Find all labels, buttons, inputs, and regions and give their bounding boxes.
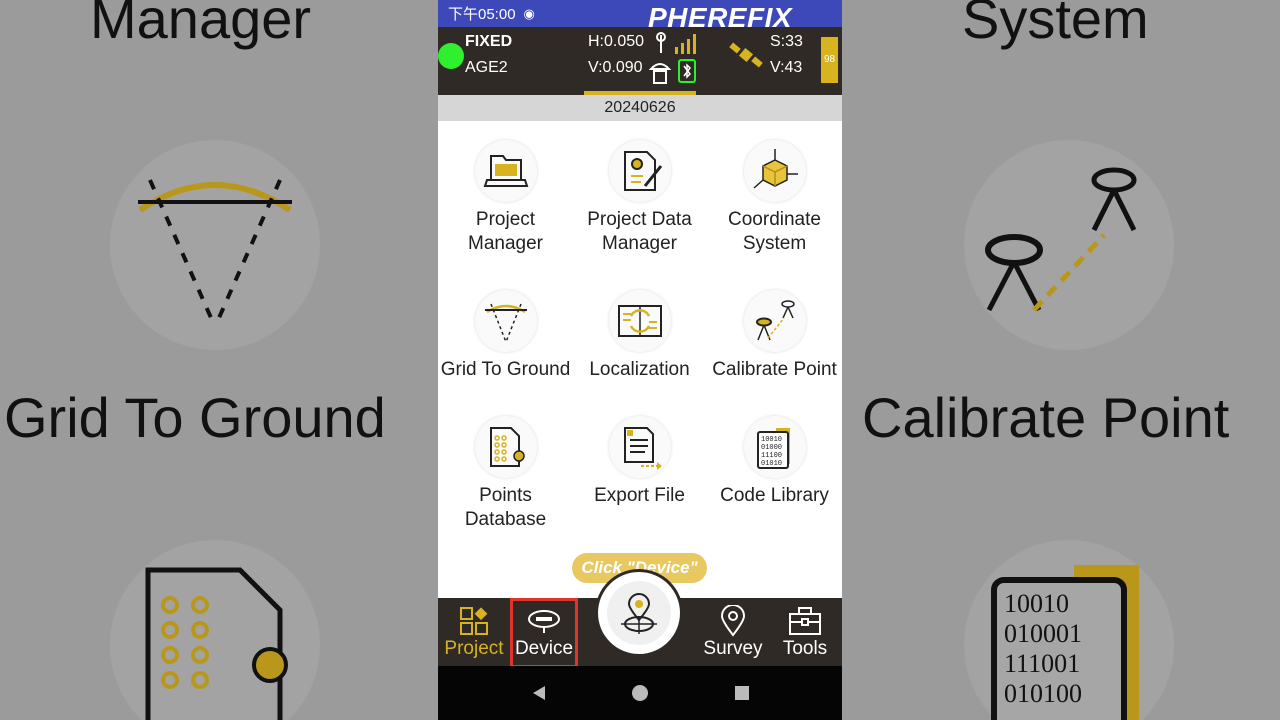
menu-label: Points Database bbox=[464, 485, 547, 530]
svg-text:010100: 010100 bbox=[1004, 679, 1082, 708]
tab-project[interactable]: Project bbox=[442, 604, 506, 660]
diff-age: AGE2 bbox=[465, 59, 508, 76]
back-icon[interactable] bbox=[530, 684, 548, 707]
menu-label: Coordinate System bbox=[728, 209, 821, 254]
v-precision: V:0.090 bbox=[588, 59, 643, 76]
menu-item-project-data-manager[interactable]: Project Data Manager bbox=[572, 140, 707, 256]
android-nav-bar bbox=[438, 666, 842, 720]
satellites-used: S:33 bbox=[770, 33, 803, 50]
bluetooth-icon bbox=[678, 59, 696, 88]
satellite-icon bbox=[728, 37, 764, 78]
menu-item-project-manager[interactable]: Project Manager bbox=[438, 140, 573, 256]
bg-text-manager: Manager bbox=[90, 0, 312, 50]
background-right: System Calibrate Point 10010 010001 1110… bbox=[842, 0, 1280, 720]
menu-label: Localization bbox=[589, 359, 690, 380]
document-gear-icon bbox=[608, 140, 671, 202]
folder-laptop-icon bbox=[474, 140, 537, 202]
svg-text:111001: 111001 bbox=[1004, 649, 1080, 678]
svg-text:010001: 010001 bbox=[1004, 619, 1082, 648]
tab-label: Tools bbox=[782, 638, 828, 659]
antenna-icon bbox=[649, 31, 673, 60]
bg-points-database-icon bbox=[110, 540, 320, 720]
svg-text:01000: 01000 bbox=[761, 444, 782, 452]
bg-calibrate-icon bbox=[964, 140, 1174, 350]
menu-label: Project Manager bbox=[468, 209, 543, 254]
gnss-panel-underline bbox=[584, 91, 696, 95]
localization-icon bbox=[608, 290, 671, 352]
code-library-icon: 10010 01000 11100 01010 bbox=[743, 416, 806, 478]
recents-icon[interactable] bbox=[733, 684, 751, 707]
bg-text-grid-to-ground: Grid To Ground bbox=[4, 386, 386, 449]
menu-item-coordinate-system[interactable]: Coordinate System bbox=[707, 140, 842, 256]
svg-text:01010: 01010 bbox=[761, 460, 782, 468]
status-time: 下午05:00 bbox=[448, 6, 516, 23]
survey-point-button[interactable] bbox=[598, 572, 680, 654]
menu-item-localization[interactable]: Localization bbox=[572, 290, 707, 382]
toolbox-icon bbox=[774, 604, 836, 638]
svg-text:10010: 10010 bbox=[1004, 589, 1069, 618]
menu-label: Project Data Manager bbox=[587, 209, 692, 254]
export-file-icon bbox=[608, 416, 671, 478]
h-precision: H:0.050 bbox=[588, 33, 645, 50]
menu-label: Grid To Ground bbox=[440, 359, 571, 380]
bg-code-library-icon: 10010 010001 111001 010100 bbox=[964, 540, 1174, 720]
tab-label: Project bbox=[444, 638, 504, 659]
grid-shapes-icon bbox=[442, 604, 506, 638]
satellites-visible: V:43 bbox=[770, 59, 803, 76]
bg-grid-ground-icon bbox=[110, 140, 320, 350]
svg-text:10010: 10010 bbox=[761, 436, 782, 444]
battery-indicator: 98 bbox=[821, 37, 838, 83]
tab-label: Survey bbox=[703, 638, 763, 659]
background-left: Manager Grid To Ground bbox=[0, 0, 438, 720]
menu-item-export-file[interactable]: Export File bbox=[572, 416, 707, 508]
bg-text-system: System bbox=[962, 0, 1149, 50]
fix-status-dot bbox=[438, 43, 464, 69]
bg-text-calibrate-point: Calibrate Point bbox=[862, 386, 1230, 449]
menu-item-grid-to-ground[interactable]: Grid To Ground bbox=[438, 290, 573, 382]
menu-item-points-database[interactable]: Points Database bbox=[438, 416, 573, 532]
menu-label: Calibrate Point bbox=[712, 359, 837, 380]
menu-label: Code Library bbox=[720, 485, 829, 506]
status-bar: 下午05:00 ◉ PHEREFIX bbox=[438, 0, 842, 33]
receiver-icon bbox=[648, 59, 672, 90]
menu-item-code-library[interactable]: 10010 01000 11100 01010 Code Library bbox=[707, 416, 842, 508]
menu-item-calibrate-point[interactable]: Calibrate Point bbox=[707, 290, 842, 382]
svg-text:11100: 11100 bbox=[761, 452, 782, 460]
crosshair-pin-icon bbox=[607, 581, 671, 645]
cube-axes-icon bbox=[743, 140, 806, 202]
location-pin-icon bbox=[700, 604, 766, 638]
phone-screen: 下午05:00 ◉ PHEREFIX FIXED AGE2 H:0.050 V:… bbox=[438, 0, 842, 720]
grid-ground-icon bbox=[474, 290, 537, 352]
device-tab-highlight bbox=[510, 598, 578, 668]
fix-status: FIXED bbox=[465, 33, 513, 50]
project-name-bar: 20240626 bbox=[438, 95, 842, 121]
record-icon: ◉ bbox=[523, 5, 535, 21]
home-icon[interactable] bbox=[631, 684, 649, 707]
calibrate-point-icon bbox=[743, 290, 806, 352]
tab-tools[interactable]: Tools bbox=[774, 604, 836, 660]
gnss-status-panel[interactable]: FIXED AGE2 H:0.050 V:0.090 S:33 V:43 98 bbox=[438, 27, 842, 95]
tab-survey[interactable]: Survey bbox=[700, 604, 766, 660]
signal-bars-icon bbox=[674, 31, 700, 60]
points-database-icon bbox=[474, 416, 537, 478]
menu-label: Export File bbox=[594, 485, 685, 506]
